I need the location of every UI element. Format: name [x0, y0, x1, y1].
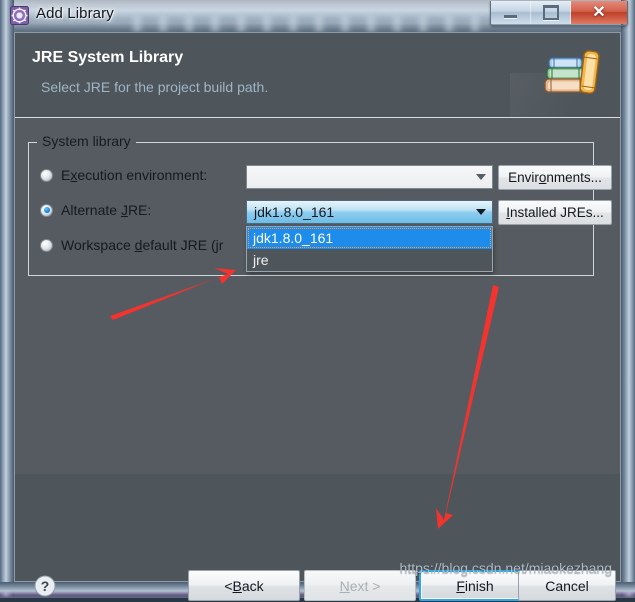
radio-workspace-default-jre[interactable]: Workspace default JRE (jr — [40, 237, 223, 253]
dialog-client-area: JRE System Library Select JRE for the pr… — [14, 32, 621, 601]
dropdown-item-jdk[interactable]: jdk1.8.0_161 — [247, 227, 492, 249]
alternate-jre-combo-value: jdk1.8.0_161 — [254, 204, 335, 220]
watermark-url: https://blog.csdn.net/miaokezhang — [399, 560, 612, 576]
row-alternate-jre: Alternate JRE: jdk1.8.0_161 Installed JR… — [15, 198, 620, 225]
chevron-down-icon[interactable] — [470, 174, 492, 180]
installed-jres-button[interactable]: Installed JREs... — [498, 200, 612, 225]
page-subtitle: Select JRE for the project build path. — [41, 79, 269, 95]
maximize-button[interactable] — [531, 1, 571, 24]
window-left-border — [0, 0, 14, 598]
maximize-icon — [542, 5, 559, 20]
help-question-icon[interactable]: ? — [34, 575, 56, 597]
window-title: Add Library — [36, 5, 114, 22]
radio-indicator-alternate-jre — [40, 203, 53, 217]
groupbox-legend: System library — [37, 134, 136, 148]
radio-indicator-workspace-default-jre — [40, 238, 53, 252]
eclipse-library-gear-icon — [10, 6, 29, 25]
window-controls: ✕ — [490, 1, 628, 26]
alternate-jre-dropdown-list[interactable]: jdk1.8.0_161 jre — [246, 226, 493, 272]
books-stack-icon — [536, 39, 610, 113]
radio-execution-environment[interactable]: Execution environment: — [40, 167, 207, 183]
page-title: JRE System Library — [32, 49, 184, 66]
row-execution-environment: Execution environment: Envir o nments... — [15, 163, 620, 190]
radio-alternate-jre[interactable]: Alternate JRE: — [40, 202, 151, 218]
radio-label-workspace-default-jre: Workspace default JRE (jr — [61, 237, 224, 253]
minimize-button[interactable] — [491, 1, 531, 24]
dialog-header-banner: JRE System Library Select JRE for the pr… — [15, 33, 620, 117]
chevron-down-icon[interactable] — [470, 209, 492, 215]
dropdown-item-jre[interactable]: jre — [247, 249, 492, 271]
window-right-border — [621, 0, 635, 598]
environments-button[interactable]: Envir o nments... — [498, 165, 612, 190]
dialog-button-bar: ? < Back Next > Finish Cancel https://bl… — [15, 474, 620, 601]
execution-environment-combo[interactable] — [246, 165, 493, 189]
title-bar[interactable]: Add Library ✕ — [0, 0, 635, 30]
window-frame: Add Library ✕ JRE System Library Select … — [0, 0, 635, 601]
radio-indicator-execution-environment — [40, 168, 53, 182]
minimize-icon — [504, 14, 517, 18]
alternate-jre-combo[interactable]: jdk1.8.0_161 — [246, 200, 493, 224]
radio-label-execution-environment: Execution environment: — [61, 167, 208, 183]
back-button[interactable]: < Back — [188, 570, 300, 601]
close-button[interactable]: ✕ — [571, 1, 627, 24]
radio-label-alternate-jre: Alternate JRE: — [61, 202, 152, 218]
svg-text:?: ? — [41, 578, 50, 594]
close-icon: ✕ — [592, 3, 606, 21]
